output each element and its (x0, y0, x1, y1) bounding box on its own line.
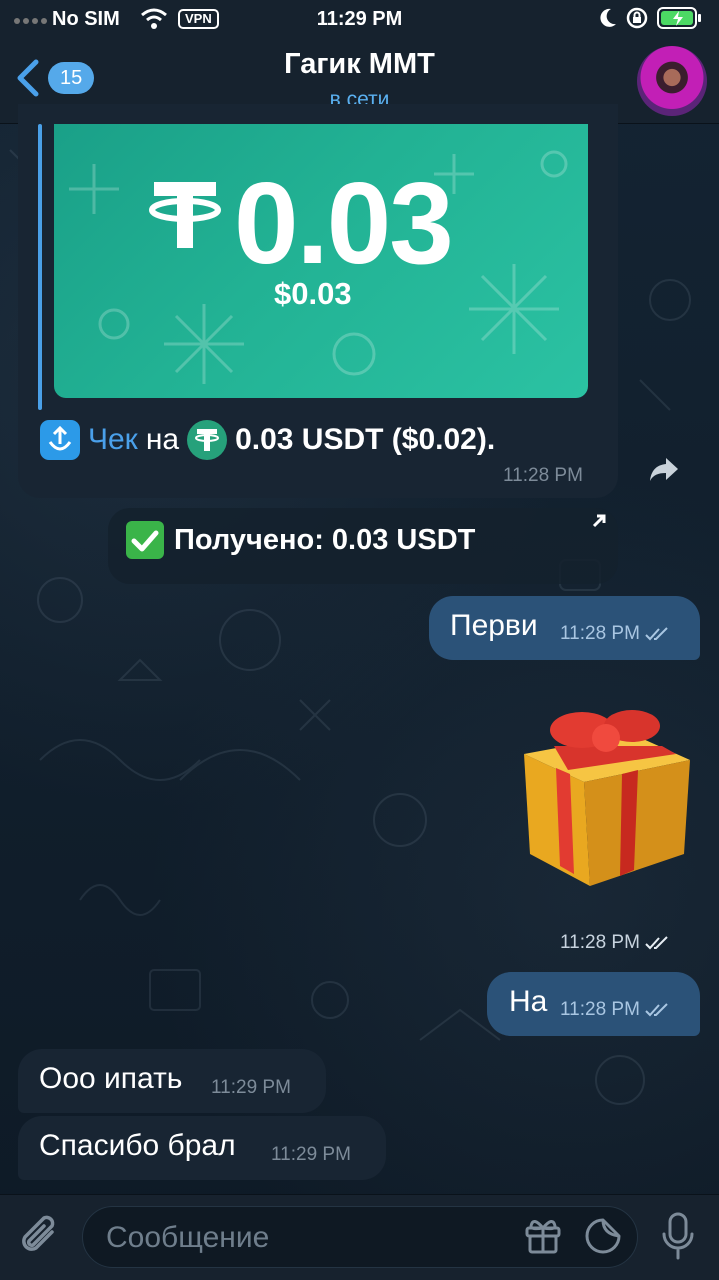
gift-meta: 11:28 PM (560, 932, 672, 954)
status-icons (597, 6, 703, 30)
message-time: 11:28 PM (560, 932, 640, 953)
battery-icon (657, 7, 701, 29)
chat-title[interactable]: Гагик ММТ (0, 48, 719, 81)
preview-accent-line (38, 124, 42, 410)
message-text: Ооо ипать (39, 1062, 183, 1095)
tether-coin-icon (187, 420, 228, 460)
gift-icon[interactable] (522, 1214, 564, 1256)
message-input-placeholder: Сообщение (106, 1221, 270, 1254)
message-text: Перви (450, 609, 538, 642)
open-arrow-icon[interactable] (590, 512, 608, 530)
check-caption: Чек на 0.03 USDT ($0.02). (40, 420, 495, 460)
read-ticks-icon (645, 627, 668, 641)
message-time: 11:29 PM (271, 1144, 351, 1165)
read-ticks-icon (645, 936, 668, 950)
message-time: 11:28 PM (560, 999, 640, 1020)
incoming-message[interactable]: Спасибо брал 11:29 PM (18, 1116, 386, 1180)
message-text: На (509, 985, 548, 1018)
check-amount-usd: $0.03 (274, 276, 352, 311)
outgoing-message[interactable]: На 11:28 PM (487, 972, 700, 1036)
incoming-message[interactable]: Ооо ипать 11:29 PM (18, 1049, 326, 1113)
service-message-content: Получено: 0.03 USDT (126, 521, 475, 559)
attach-icon[interactable] (18, 1214, 62, 1260)
message-time: 11:28 PM (560, 623, 640, 644)
sticker-icon[interactable] (583, 1216, 623, 1256)
service-message-text: Получено: 0.03 USDT (174, 523, 476, 556)
message-time: 11:29 PM (211, 1077, 291, 1098)
avatar[interactable] (637, 46, 707, 116)
check-link[interactable]: Чек (88, 423, 138, 457)
check-value: 0.03 USDT ($0.02). (235, 423, 496, 456)
share-icon[interactable] (648, 456, 680, 484)
check-preposition: на (145, 423, 180, 456)
check-preview-card[interactable]: 0.03 $0.03 (54, 124, 588, 398)
tether-logo-icon (149, 182, 221, 248)
status-bar: No SIM VPN 11:29 PM (0, 0, 719, 40)
check-amount: 0.03 (234, 158, 454, 288)
message-meta: 11:28 PM (560, 999, 672, 1021)
read-ticks-icon (645, 1003, 668, 1017)
outgoing-message[interactable]: Перви 11:28 PM (429, 596, 700, 660)
message-time: 11:28 PM (503, 465, 583, 486)
check-mark-icon (126, 521, 164, 559)
message-text: Спасибо брал (39, 1129, 236, 1162)
gift-sticker[interactable] (512, 704, 696, 890)
mic-icon[interactable] (660, 1212, 696, 1260)
rotation-lock-icon (626, 7, 648, 29)
message-meta: 11:28 PM (560, 623, 672, 645)
cryptobot-icon (40, 420, 80, 460)
moon-icon (600, 8, 616, 27)
